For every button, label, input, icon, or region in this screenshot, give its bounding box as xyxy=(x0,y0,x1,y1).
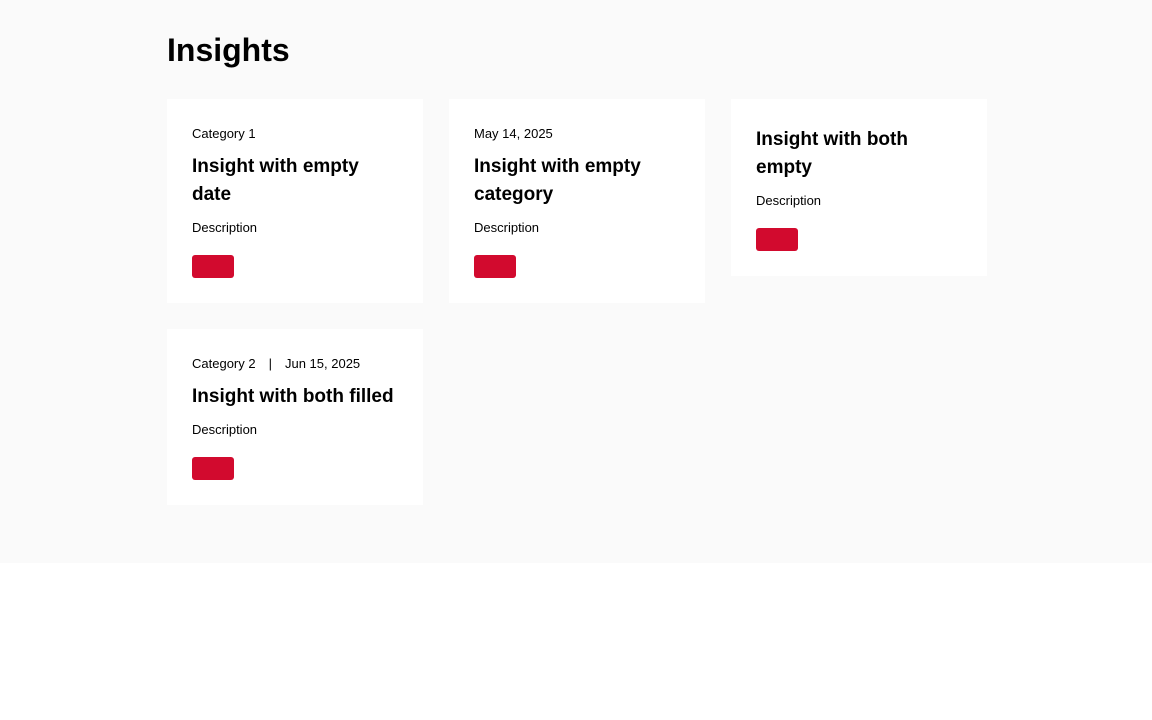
card-cta-button[interactable] xyxy=(756,228,798,251)
card-description: Description xyxy=(192,422,258,437)
insight-card: Insight with both empty Description xyxy=(731,99,987,276)
card-cta-button[interactable] xyxy=(474,255,516,278)
card-category: Category 2 xyxy=(192,356,256,371)
page-title: Insights xyxy=(167,32,290,68)
card-description: Description xyxy=(756,193,822,208)
meta-separator: | xyxy=(268,356,272,371)
card-cta-button[interactable] xyxy=(192,457,234,480)
card-meta: Category 2 | Jun 15, 2025 xyxy=(192,355,398,373)
card-date: Jun 15, 2025 xyxy=(284,356,361,371)
card-cta-button[interactable] xyxy=(192,255,234,278)
card-title: Insight with both empty xyxy=(756,129,908,178)
insight-card: May 14, 2025 Insight with empty category… xyxy=(449,99,705,303)
insights-section: Insights Category 1 Insight with empty d… xyxy=(0,0,1152,563)
card-description: Description xyxy=(192,220,258,235)
card-date: May 14, 2025 xyxy=(474,126,553,141)
card-description: Description xyxy=(474,220,540,235)
card-title: Insight with empty category xyxy=(474,156,641,205)
card-meta: May 14, 2025 xyxy=(474,125,680,143)
card-title: Insight with empty date xyxy=(192,156,359,205)
card-meta: Category 1 xyxy=(192,125,398,143)
insight-card: Category 1 Insight with empty date Descr… xyxy=(167,99,423,303)
card-category: Category 1 xyxy=(192,126,256,141)
insight-card: Category 2 | Jun 15, 2025 Insight with b… xyxy=(167,329,423,505)
insights-grid: Category 1 Insight with empty date Descr… xyxy=(167,99,987,505)
card-title: Insight with both filled xyxy=(192,386,394,407)
